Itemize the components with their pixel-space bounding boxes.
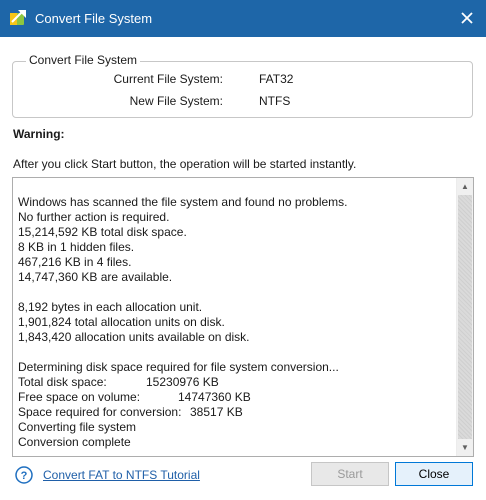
log-stat-row: Total disk space: 15230976 KB — [18, 375, 448, 390]
convert-file-system-dialog: Convert File System Current File System:… — [0, 0, 486, 500]
log-scrollbar[interactable]: ▲ ▼ — [456, 178, 473, 456]
log-stat-label: Total disk space: — [18, 375, 107, 389]
help-icon: ? — [15, 466, 33, 484]
log-line: 14,747,360 KB are available. — [18, 270, 173, 284]
start-button[interactable]: Start — [311, 462, 389, 486]
svg-text:?: ? — [21, 470, 28, 482]
log-content: Windows has scanned the file system and … — [18, 195, 448, 450]
log-stat-value: 14747360 KB — [178, 390, 251, 404]
log-stat-row: Space required for conversion: 38517 KB — [18, 405, 448, 420]
log-stat-value: 38517 KB — [190, 405, 243, 419]
current-file-system-value: FAT32 — [259, 72, 294, 86]
log-line: Conversion complete — [18, 435, 131, 449]
log-line: Determining disk space required for file… — [18, 360, 339, 374]
partition-tool-icon — [10, 10, 26, 25]
log-line: 467,216 KB in 4 files. — [18, 255, 132, 269]
log-stat-row: Free space on volume: 14747360 KB — [18, 390, 448, 405]
title-bar[interactable]: Convert File System — [0, 0, 486, 37]
conversion-log[interactable]: Windows has scanned the file system and … — [12, 177, 474, 457]
log-line: 8,192 bytes in each allocation unit. — [18, 300, 203, 314]
scroll-down-arrow-icon[interactable]: ▼ — [457, 439, 473, 456]
log-line: 1,843,420 allocation units available on … — [18, 330, 250, 344]
close-button[interactable]: Close — [395, 462, 473, 486]
log-line: 8 KB in 1 hidden files. — [18, 240, 135, 254]
log-line: 15,214,592 KB total disk space. — [18, 225, 187, 239]
scroll-thumb[interactable] — [458, 195, 472, 439]
log-line: Windows has scanned the file system and … — [18, 195, 348, 209]
groupbox-title: Convert File System — [26, 53, 141, 67]
warning-text: After you click Start button, the operat… — [13, 157, 357, 171]
close-icon[interactable] — [456, 7, 478, 29]
log-stat-label: Space required for conversion: — [18, 405, 182, 419]
scroll-up-arrow-icon[interactable]: ▲ — [457, 178, 473, 195]
log-stat-label: Free space on volume: — [18, 390, 141, 404]
log-line: 1,901,824 total allocation units on disk… — [18, 315, 225, 329]
new-file-system-value: NTFS — [259, 94, 291, 108]
file-system-groupbox: Current File System: FAT32 New File Syst… — [12, 61, 473, 118]
current-file-system-label: Current File System: — [113, 72, 223, 86]
window-title: Convert File System — [35, 11, 153, 26]
tutorial-link[interactable]: Convert FAT to NTFS Tutorial — [43, 468, 200, 482]
log-stat-value: 15230976 KB — [146, 375, 219, 389]
dialog-body: Current File System: FAT32 New File Syst… — [0, 37, 486, 500]
new-file-system-label: New File System: — [129, 94, 223, 108]
log-line: Converting file system — [18, 420, 137, 434]
log-line: No further action is required. — [18, 210, 170, 224]
warning-title: Warning: — [13, 127, 65, 141]
